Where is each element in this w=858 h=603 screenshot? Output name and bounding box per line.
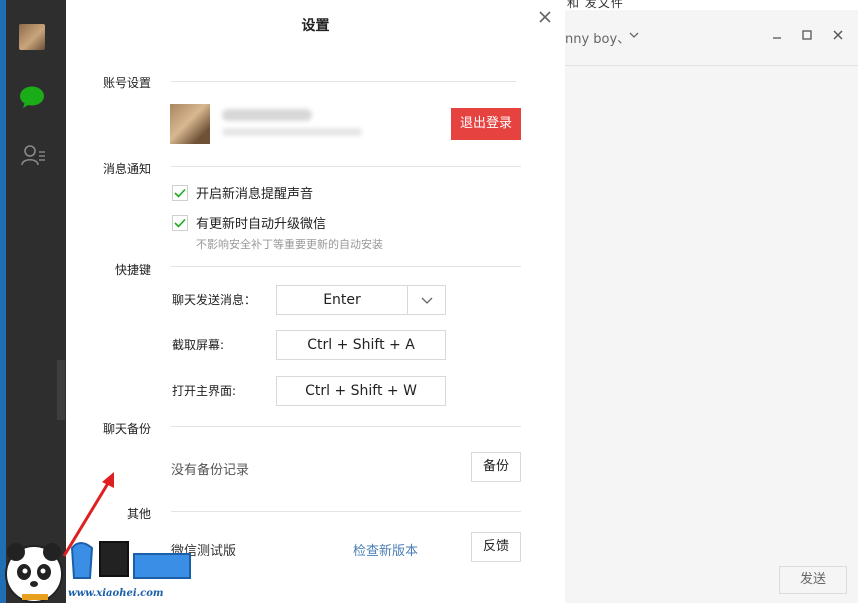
chevron-down-icon[interactable] [628, 29, 640, 41]
window-close-icon[interactable] [831, 28, 845, 42]
close-icon[interactable] [538, 10, 552, 24]
notifications-section-label: 消息通知 [103, 162, 152, 176]
chat-header-divider [565, 65, 858, 66]
other-section-label: 其他 [127, 507, 152, 521]
notifications-divider [171, 166, 521, 167]
user-avatar[interactable] [19, 24, 45, 50]
watermark-url: www.xiaohei.com [68, 588, 164, 599]
chat-title[interactable]: nny boy、 [565, 28, 630, 47]
maximize-icon[interactable] [800, 28, 814, 42]
main-sidebar [6, 0, 66, 603]
shortcuts-section-label: 快捷键 [115, 263, 152, 277]
auto-update-option[interactable]: 有更新时自动升级微信 [172, 213, 326, 232]
chevron-down-icon[interactable] [421, 294, 433, 306]
contacts-icon[interactable] [20, 143, 46, 167]
chat-icon[interactable] [19, 86, 45, 108]
update-note: 不影响安全补丁等重要更新的自动安装 [196, 238, 383, 251]
account-avatar [170, 104, 210, 144]
account-id-blurred [222, 128, 362, 136]
check-icon [174, 218, 186, 228]
account-section-label: 账号设置 [103, 76, 152, 90]
send-button[interactable]: 发送 [779, 566, 847, 594]
send-message-label: 聊天发送消息： [172, 293, 257, 307]
account-divider [171, 81, 516, 82]
open-main-hotkey-field[interactable]: Ctrl + Shift + W [276, 376, 446, 406]
send-message-select[interactable]: Enter [276, 285, 446, 315]
feedback-button[interactable]: 反馈 [471, 532, 521, 562]
screenshot-label: 截取屏幕: [172, 338, 225, 352]
shortcuts-divider [171, 266, 521, 267]
chat-window-background [565, 10, 858, 603]
logout-button[interactable]: 退出登录 [451, 108, 521, 140]
sound-alert-label: 开启新消息提醒声音 [196, 187, 314, 202]
settings-dialog: 设置 账号设置 退出登录 消息通知 开启新消息提醒声音 有更新时自动升级微信 不… [66, 0, 565, 603]
sidebar-scrollbar[interactable] [57, 360, 65, 420]
other-divider [171, 511, 521, 512]
account-name-blurred [222, 109, 312, 121]
backup-button[interactable]: 备份 [471, 452, 521, 482]
sound-alert-option[interactable]: 开启新消息提醒声音 [172, 183, 313, 202]
chat-window-top-text: 和 发文件 [567, 0, 624, 10]
screenshot-hotkey-field[interactable]: Ctrl + Shift + A [276, 330, 446, 360]
sound-alert-checkbox[interactable] [172, 184, 188, 201]
chat-window-top: 和 发文件 [565, 0, 858, 10]
select-separator [407, 286, 408, 314]
backup-status: 没有备份记录 [171, 463, 250, 478]
backup-section-label: 聊天备份 [103, 422, 152, 436]
auto-update-checkbox[interactable] [172, 214, 188, 231]
dialog-title: 设置 [301, 18, 330, 34]
auto-update-label: 有更新时自动升级微信 [196, 217, 327, 232]
send-message-value: Enter [323, 292, 361, 308]
minimize-icon[interactable] [770, 28, 784, 42]
check-icon [174, 188, 186, 198]
open-main-label: 打开主界面: [172, 384, 237, 398]
check-update-link[interactable]: 检查新版本 [353, 540, 418, 559]
backup-divider [171, 426, 521, 427]
